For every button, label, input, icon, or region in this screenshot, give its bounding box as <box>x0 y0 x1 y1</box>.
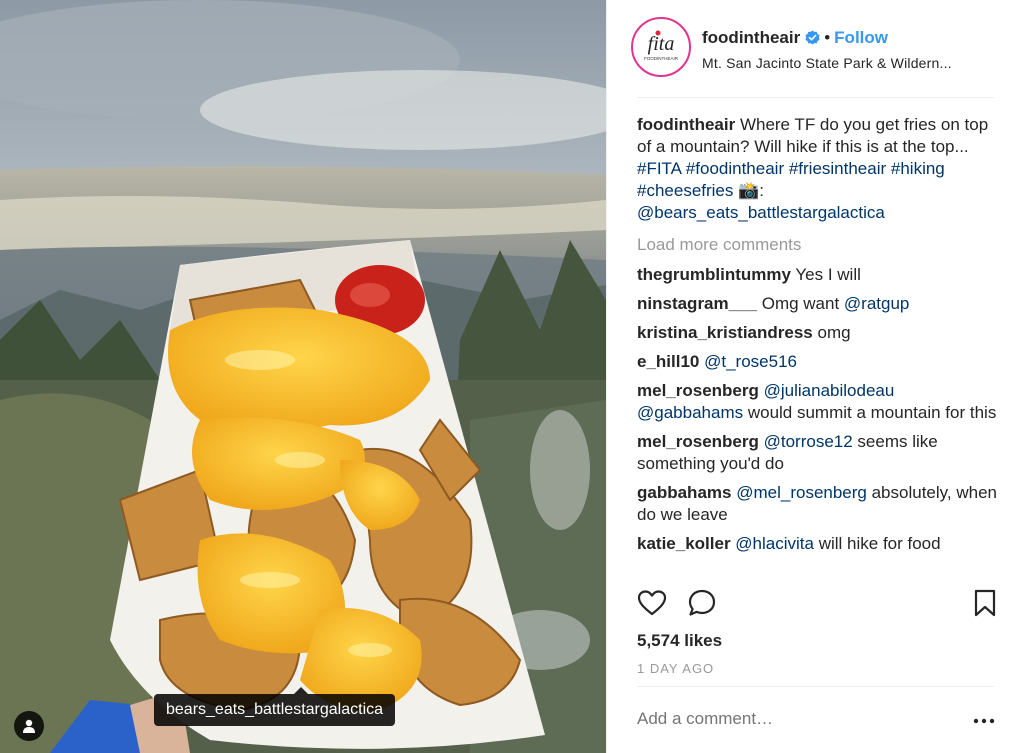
comment-username[interactable]: mel_rosenberg <box>637 432 759 451</box>
tagged-user-label[interactable]: bears_eats_battlestargalactica <box>154 687 396 726</box>
cheese-fries-photo <box>0 0 606 753</box>
caption-username[interactable]: foodintheair <box>637 115 735 134</box>
camera-emoji: 📸 <box>738 181 760 200</box>
comment-username[interactable]: e_hill10 <box>637 352 699 371</box>
bookmark-icon[interactable] <box>972 588 998 623</box>
comment-username[interactable]: ninstagram___ <box>637 294 757 313</box>
caption-mention[interactable]: @bears_eats_battlestargalactica <box>637 203 885 222</box>
comment-text: will hike for food <box>813 534 941 553</box>
comment-username[interactable]: mel_rosenberg <box>637 381 759 400</box>
ellipsis-icon[interactable] <box>972 714 996 726</box>
add-comment-input[interactable] <box>637 708 937 730</box>
comment-text: would summit a mountain for this <box>743 403 997 422</box>
comment-item: thegrumblintummy Yes I will <box>637 264 1002 286</box>
comment-mention[interactable]: @hlacivita <box>735 534 814 553</box>
comment-item: katie_koller @hlacivita will hike for fo… <box>637 533 1002 555</box>
comment-text: Yes I will <box>790 265 861 284</box>
comment-username[interactable]: thegrumblintummy <box>637 265 791 284</box>
caption-colon: : <box>759 181 765 200</box>
comment-item: ninstagram___ Omg want @ratgup <box>637 293 1002 315</box>
avatar-logo-text: fita <box>648 33 675 55</box>
comment-item: mel_rosenberg @julianabilodeau @gabbaham… <box>637 380 1002 424</box>
comment-text: omg <box>812 323 851 342</box>
comment-mention[interactable]: @t_rose516 <box>704 352 797 371</box>
post-actions <box>637 588 997 622</box>
header-username[interactable]: foodintheair <box>702 28 800 47</box>
comments-list[interactable]: foodintheair Where TF do you get fries o… <box>637 114 1002 576</box>
comment-item: kristina_kristiandress omg <box>637 322 1002 344</box>
comment-mention[interactable]: @mel_rosenberg <box>736 483 867 502</box>
comment-item: gabbahams @mel_rosenberg absolutely, whe… <box>637 482 1002 526</box>
comment-mention[interactable]: @torrose12 <box>764 432 853 451</box>
load-more-comments-button[interactable]: Load more comments <box>637 234 1002 256</box>
comment-username[interactable]: kristina_kristiandress <box>637 323 813 342</box>
post-caption: foodintheair Where TF do you get fries o… <box>637 114 1002 224</box>
person-icon[interactable] <box>14 711 44 741</box>
header-divider <box>637 97 994 98</box>
header-title-row: foodintheair • Follow <box>702 28 888 50</box>
comment-mention[interactable]: @ratgup <box>844 294 909 313</box>
comment-item: e_hill10 @t_rose516 <box>637 351 1002 373</box>
heart-icon[interactable] <box>637 588 667 623</box>
comment-username[interactable]: gabbahams <box>637 483 731 502</box>
post-sidebar: fita FOODINTHEAIR foodintheair • Follow Mt… <box>606 0 1024 753</box>
caption-hashtags[interactable]: #FITA #foodintheair #friesintheair #hiki… <box>637 159 945 200</box>
follow-button[interactable]: Follow <box>834 28 888 47</box>
verified-badge-icon <box>805 30 820 50</box>
comment-bubble-icon[interactable] <box>687 588 717 623</box>
location-link[interactable]: Mt. San Jacinto State Park & Wildern... <box>702 54 952 72</box>
post-timestamp: 1 DAY AGO <box>637 661 715 676</box>
comment-text: Omg want <box>757 294 844 313</box>
fita-logo: fita FOODINTHEAIR <box>644 30 679 61</box>
post-photo[interactable]: bears_eats_battlestargalactica <box>0 0 606 753</box>
post-header: fita FOODINTHEAIR foodintheair • Follow Mt… <box>607 0 1024 98</box>
comment-divider <box>637 686 994 687</box>
likes-count[interactable]: 5,574 likes <box>637 630 722 652</box>
comment-username[interactable]: katie_koller <box>637 534 731 553</box>
avatar-logo-subtext: FOODINTHEAIR <box>644 56 679 61</box>
avatar[interactable]: fita FOODINTHEAIR <box>631 17 691 77</box>
comment-item: mel_rosenberg @torrose12 seems like some… <box>637 431 1002 475</box>
separator-dot: • <box>824 28 831 47</box>
